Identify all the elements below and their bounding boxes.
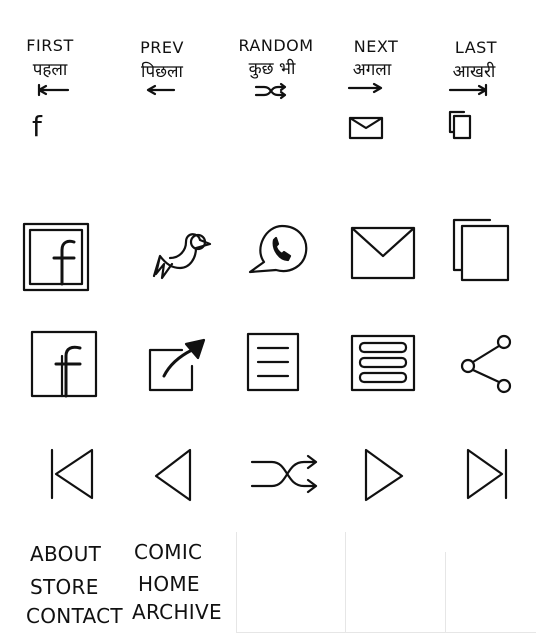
next-label: NEXT	[353, 37, 399, 56]
last-label: LAST	[454, 38, 498, 57]
random-hindi-label: कुछ भी	[248, 59, 296, 79]
prev-arrow-icon	[146, 84, 176, 96]
menu-icon[interactable]	[350, 334, 416, 392]
comic-link[interactable]: COMIC	[134, 538, 202, 567]
next-hindi-label: अगला	[352, 60, 392, 80]
text-document-icon[interactable]	[246, 332, 300, 392]
whatsapp-icon[interactable]	[246, 222, 312, 280]
divider	[236, 632, 536, 633]
archive-link[interactable]: ARCHIVE	[132, 598, 222, 627]
share-icon[interactable]	[458, 334, 514, 394]
last-hindi-label: आखरी	[452, 62, 496, 82]
first-icon[interactable]	[48, 448, 94, 500]
contact-link[interactable]: CONTACT	[26, 602, 123, 631]
about-link[interactable]: ABOUT	[30, 540, 101, 569]
home-link[interactable]: HOME	[138, 570, 200, 599]
random-icon[interactable]	[250, 452, 320, 496]
mail-small-icon[interactable]	[348, 116, 384, 140]
pages-small-icon[interactable]	[448, 110, 474, 140]
last-icon[interactable]	[464, 448, 510, 500]
prev-label: PREV	[140, 38, 184, 57]
next-icon[interactable]	[362, 448, 406, 502]
prev-hindi-label: पिछला	[141, 62, 183, 82]
divider	[236, 532, 237, 632]
last-arrow-icon	[448, 83, 488, 97]
first-hindi-label: पहला	[32, 60, 68, 80]
next-arrow-icon	[347, 82, 383, 94]
share-out-icon[interactable]	[146, 338, 208, 394]
store-link[interactable]: STORE	[30, 573, 99, 602]
facebook-icon[interactable]	[22, 222, 92, 292]
divider	[345, 532, 346, 632]
twitter-bird-icon[interactable]	[150, 228, 218, 286]
first-label: FIRST	[26, 36, 74, 55]
shuffle-icon	[254, 82, 287, 100]
prev-icon[interactable]	[152, 448, 194, 502]
mail-icon[interactable]	[350, 226, 416, 280]
divider	[445, 552, 446, 632]
facebook-small-icon[interactable]: f	[32, 110, 42, 143]
facebook-boxed-icon[interactable]	[30, 330, 100, 398]
pages-icon[interactable]	[452, 218, 512, 282]
first-arrow-icon	[37, 83, 70, 97]
random-label: RANDOM	[238, 36, 314, 55]
